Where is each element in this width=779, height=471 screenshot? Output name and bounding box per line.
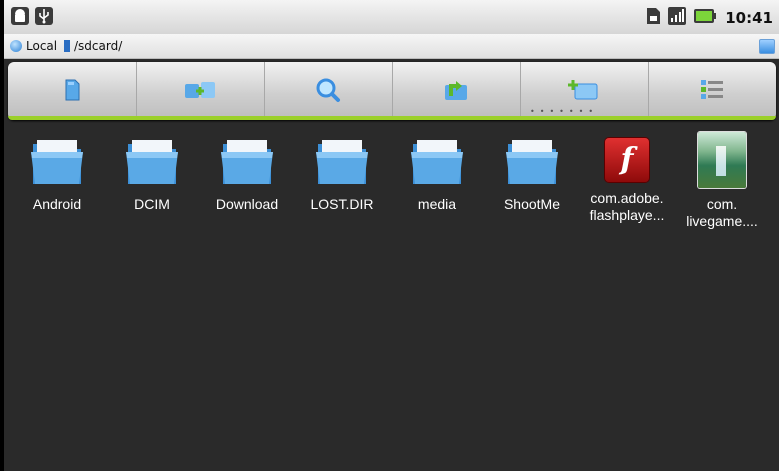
folder-icon	[506, 140, 558, 184]
file-label: com.adobe. flashplaye...	[589, 190, 665, 223]
list-view-icon	[701, 80, 723, 99]
usb-icon	[35, 7, 53, 25]
folder-icon	[316, 140, 368, 184]
toolbar: •••••••	[8, 62, 776, 120]
file-item-android[interactable]: Android	[12, 130, 102, 213]
sdcard-icon	[65, 79, 80, 101]
file-label: media	[417, 196, 457, 212]
breadcrumb-label: /sdcard/	[74, 39, 123, 53]
path-edit-toggle-icon[interactable]	[759, 39, 775, 54]
folder-marker-icon	[64, 40, 70, 52]
breadcrumb-local[interactable]: Local	[10, 38, 57, 54]
status-bar: 10:41	[4, 0, 779, 34]
file-item-download[interactable]: Download	[202, 130, 292, 213]
file-label: ShootMe	[503, 196, 561, 212]
file-item-lost-dir[interactable]: LOST.DIR	[297, 130, 387, 213]
android-debug-icon	[11, 7, 29, 25]
file-item-shootme[interactable]: ShootMe	[487, 130, 577, 213]
image-thumbnail-icon	[698, 132, 746, 188]
file-item-media[interactable]: media	[392, 130, 482, 213]
copy-multiple-icon	[185, 82, 215, 98]
screen: 10:41 Local /sdcard/ ••••••• Android DCI…	[4, 0, 779, 471]
path-bar: Local /sdcard/	[4, 34, 779, 59]
file-label: LOST.DIR	[310, 196, 374, 212]
file-item-livegame[interactable]: com. livegame....	[677, 130, 767, 230]
new-folder-icon	[568, 80, 598, 100]
folder-icon	[31, 140, 83, 184]
breadcrumb-label: Local	[26, 39, 58, 53]
toolbar-up-button[interactable]	[392, 62, 521, 120]
file-label: DCIM	[134, 196, 170, 212]
toolbar-view-button[interactable]	[648, 62, 776, 120]
clock: 10:41	[725, 9, 773, 27]
up-folder-icon	[445, 81, 467, 100]
local-storage-icon	[10, 40, 22, 52]
sd-card-icon	[647, 8, 660, 24]
folder-icon	[221, 140, 273, 184]
signal-icon	[668, 7, 686, 25]
folder-icon	[126, 140, 178, 184]
file-label: Android	[32, 196, 82, 212]
toolbar-storage-button[interactable]	[8, 62, 137, 120]
search-icon	[316, 78, 340, 102]
toolbar-search-button[interactable]	[264, 62, 393, 120]
toolbar-newfolder-button[interactable]: •••••••	[520, 62, 649, 120]
flash-apk-icon: f	[605, 138, 649, 182]
toolbar-multiselect-button[interactable]	[136, 62, 265, 120]
toolbar-accent-bar	[8, 116, 776, 120]
breadcrumb-sdcard[interactable]: /sdcard/	[64, 38, 122, 54]
file-item-dcim[interactable]: DCIM	[107, 130, 197, 213]
page-indicator: •••••••	[530, 107, 599, 116]
file-item-flash-apk[interactable]: f com.adobe. flashplaye...	[582, 130, 672, 224]
folder-icon	[411, 140, 463, 184]
file-label: com. livegame....	[686, 196, 758, 229]
file-label: Download	[215, 196, 279, 212]
battery-icon	[694, 9, 716, 23]
